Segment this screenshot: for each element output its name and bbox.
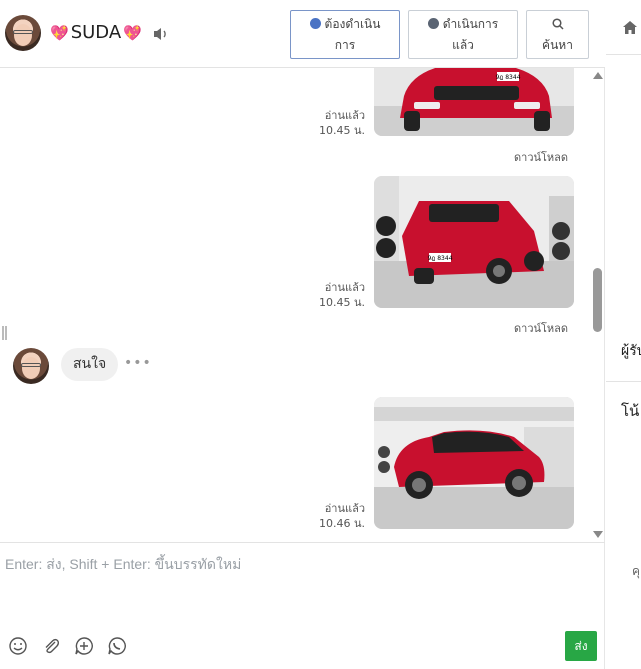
emoji-icon[interactable]: [8, 636, 28, 656]
contact-name-text: SUDA: [70, 22, 122, 43]
divider: [606, 381, 641, 382]
speaker-icon[interactable]: [153, 27, 169, 41]
todo-button[interactable]: ต้องดำเนิน การ: [290, 10, 400, 59]
car-photo[interactable]: [374, 397, 574, 529]
incoming-message[interactable]: สนใจ: [61, 348, 119, 381]
home-icon[interactable]: [622, 20, 638, 35]
done-button[interactable]: ดำเนินการ แล้ว: [408, 10, 518, 59]
recipient-label: ผู้รับ: [621, 343, 641, 359]
avatar[interactable]: [13, 348, 49, 384]
chat-bubble-icon: [309, 18, 321, 29]
scroll-down-arrow-icon[interactable]: [593, 531, 603, 538]
paperclip-icon[interactable]: [41, 636, 61, 656]
more-options-icon[interactable]: •••: [124, 355, 152, 371]
scroll-up-arrow-icon[interactable]: [593, 72, 603, 79]
chat-header: 💖 SUDA 💖 ต้องดำเนิน การ ดำเนินการ แล้ว ค…: [0, 0, 605, 68]
note-label: โน้: [621, 402, 640, 420]
download-link[interactable]: ดาวน์โหลด: [514, 148, 568, 166]
chat-app: 💖 SUDA 💖 ต้องดำเนิน การ ดำเนินการ แล้ว ค…: [0, 0, 641, 669]
search-button[interactable]: ค้นหา: [526, 10, 589, 59]
license-plate: 9ฎ 8344: [495, 74, 520, 81]
scroll-thumb[interactable]: [593, 268, 602, 332]
message-scrollbar[interactable]: [590, 68, 605, 542]
car-photo[interactable]: 9ฎ 8344: [374, 68, 574, 136]
chat-column: 💖 SUDA 💖 ต้องดำเนิน การ ดำเนินการ แล้ว ค…: [0, 0, 605, 669]
license-plate: 9ฎ 8344: [427, 255, 452, 262]
avatar[interactable]: [5, 15, 41, 51]
message-list[interactable]: 9ฎ 8344 อ่านแล้ว 10.45 น. ดาวน์โหลด 9ฎ 8…: [0, 68, 605, 542]
read-receipt: อ่านแล้ว 10.45 น.: [318, 109, 365, 137]
send-button[interactable]: ส่ง: [565, 631, 597, 661]
whatsapp-icon[interactable]: [107, 636, 127, 656]
panel-text: คุ: [632, 564, 641, 578]
heart-icon: 💖: [123, 23, 142, 42]
search-icon: [551, 18, 564, 30]
read-receipt: อ่านแล้ว 10.45 น.: [318, 281, 365, 309]
heart-icon: 💖: [50, 23, 69, 42]
add-chat-icon[interactable]: [74, 636, 94, 656]
car-photo[interactable]: 9ฎ 8344: [374, 176, 574, 308]
chat-check-icon: [427, 18, 439, 29]
contact-name: 💖 SUDA 💖: [50, 22, 142, 43]
message-composer: ส่ง: [0, 542, 605, 669]
download-link[interactable]: ดาวน์โหลด: [514, 319, 568, 337]
details-panel: ผู้รับ โน้ คุ: [606, 0, 641, 669]
resize-handle[interactable]: [2, 326, 7, 340]
message-input[interactable]: [5, 552, 585, 576]
read-receipt: อ่านแล้ว 10.46 น.: [318, 502, 365, 530]
divider: [606, 54, 641, 55]
